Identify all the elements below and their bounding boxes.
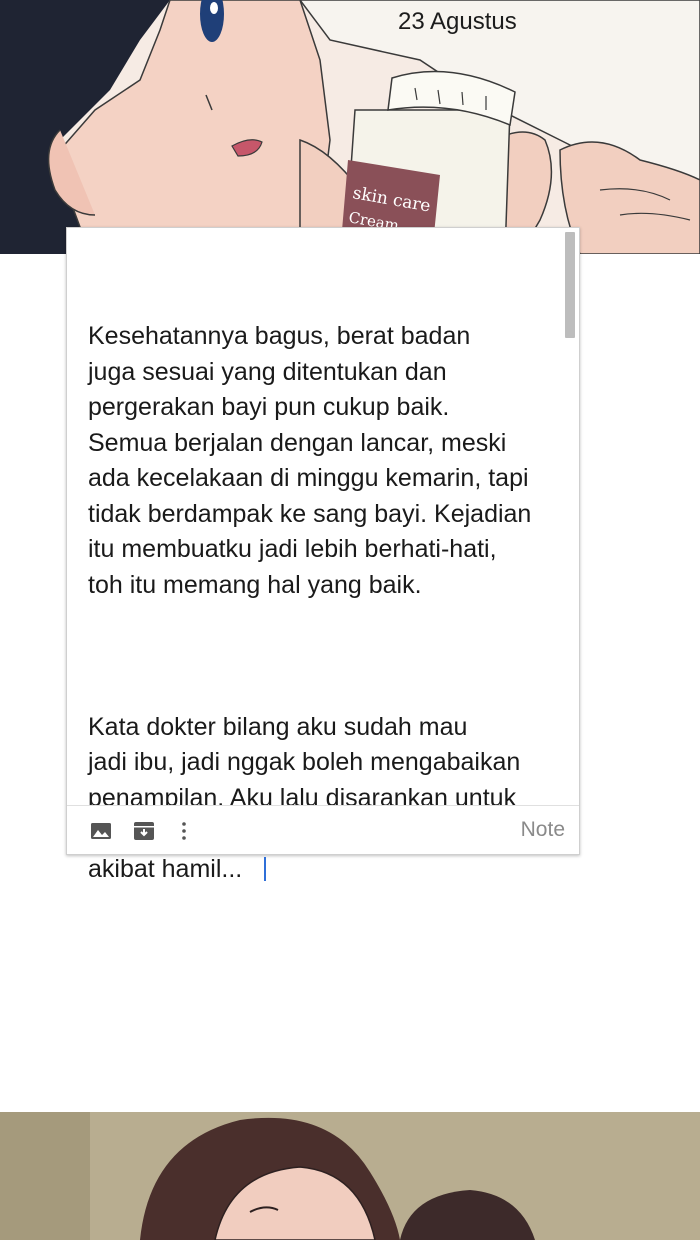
note-type-label: Note [520, 818, 565, 841]
note-paragraph-2: Kata dokter bilang aku sudah mau jadi ib… [88, 710, 558, 888]
date-label: 23 Agustus [398, 8, 517, 35]
comic-panel-top: skin care Cream 23 Agustus [0, 0, 700, 254]
comic-illustration-top: skin care Cream [0, 0, 700, 254]
note-card: Kesehatannya bagus, berat badan juga ses… [66, 227, 580, 883]
text-cursor [264, 856, 267, 881]
comic-illustration-bottom [0, 1112, 700, 1240]
note-paragraph-1: Kesehatannya bagus, berat badan juga ses… [88, 322, 532, 599]
note-toolbar: Note [67, 805, 579, 854]
more-vertical-icon[interactable] [173, 820, 195, 842]
archive-icon[interactable] [133, 820, 155, 842]
image-icon[interactable] [90, 820, 112, 842]
comic-panel-bottom [0, 1112, 700, 1240]
note-paragraph-2-text: Kata dokter bilang aku sudah mau jadi ib… [88, 712, 521, 883]
scrollbar[interactable] [565, 232, 575, 338]
